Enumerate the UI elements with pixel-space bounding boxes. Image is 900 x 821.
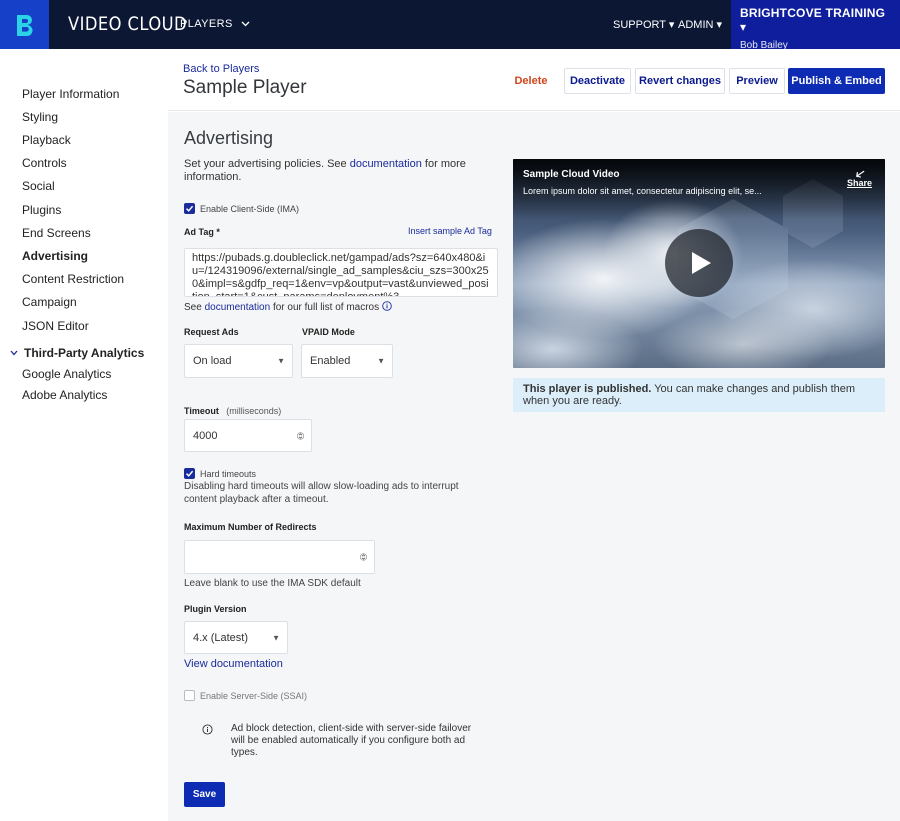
caret-down-icon: ▾ (713, 19, 723, 31)
documentation-link[interactable]: documentation (350, 158, 422, 170)
max-redirects-label: Maximum Number of Redirects (184, 522, 317, 532)
published-status: This player is published. (523, 383, 652, 395)
request-ads-label: Request Ads (184, 327, 239, 337)
sidebar-item-advertising[interactable]: Advertising (22, 249, 88, 263)
info-icon[interactable] (382, 301, 392, 311)
player-preview[interactable]: Sample Cloud Video Lorem ipsum dolor sit… (513, 159, 885, 368)
sidebar-item-adobe-analytics[interactable]: Adobe Analytics (22, 388, 107, 402)
sidebar-item-styling[interactable]: Styling (22, 110, 58, 124)
caret-down-icon: ▼ (377, 356, 385, 366)
product-name: VIDEO CLOUD (68, 13, 188, 35)
hard-timeouts-help: Disabling hard timeouts will allow slow-… (184, 481, 459, 505)
max-redirects-help: Leave blank to use the IMA SDK default (184, 578, 361, 589)
description-text: Set your advertising policies. See (184, 158, 350, 170)
caret-down-icon: ▼ (277, 356, 285, 366)
chevron-down-icon (10, 350, 18, 356)
delete-button[interactable]: Delete (511, 68, 551, 94)
account-name: BRIGHTCOVE TRAINING (740, 6, 886, 20)
support-menu[interactable]: SUPPORT ▾ (613, 18, 674, 31)
server-side-label: Enable Server-Side (SSAI) (200, 690, 308, 701)
timeout-input[interactable]: 4000 (184, 419, 312, 452)
brightcove-logo[interactable] (0, 0, 49, 49)
client-side-option[interactable]: Enable Client-Side (IMA) (184, 200, 299, 218)
preview-button[interactable]: Preview (729, 68, 785, 94)
checkmark-icon (185, 470, 194, 478)
vpaid-mode-value: Enabled (310, 355, 351, 367)
sidebar-item-plugins[interactable]: Plugins (22, 203, 61, 217)
sidebar-item-social[interactable]: Social (22, 179, 55, 193)
ad-type-info-text: Ad block detection, client-side with ser… (231, 723, 472, 758)
published-notice: This player is published. You can make c… (513, 378, 885, 412)
request-ads-value: On load (193, 355, 232, 367)
deactivate-button[interactable]: Deactivate (564, 68, 631, 94)
plugin-version-select[interactable]: 4.x (Latest) ▼ (184, 621, 288, 654)
sidebar: Player Information Styling Playback Cont… (0, 49, 168, 821)
hard-timeouts-label: Hard timeouts (200, 468, 257, 479)
server-side-option[interactable]: Enable Server-Side (SSAI) (184, 687, 307, 705)
share-button[interactable]: Share (847, 178, 872, 188)
stepper-icon[interactable] (297, 431, 304, 441)
hard-timeouts-checkbox[interactable] (184, 468, 195, 480)
revert-changes-button[interactable]: Revert changes (635, 68, 725, 94)
sidebar-item-controls[interactable]: Controls (22, 156, 67, 170)
timeout-label: Timeout (184, 406, 219, 416)
plugin-version-value: 4.x (Latest) (193, 631, 249, 644)
sidebar-item-campaign[interactable]: Campaign (22, 295, 77, 309)
view-documentation-link[interactable]: View documentation (184, 658, 283, 670)
sidebar-item-playback[interactable]: Playback (22, 133, 71, 147)
ad-tag-value: https://pubads.g.doubleclick.net/gampad/… (192, 252, 489, 297)
ad-tag-label: Ad Tag * (184, 227, 220, 237)
macros-text-end: for our full list of macros (270, 302, 380, 313)
checkmark-icon (185, 205, 194, 213)
video-title: Sample Cloud Video (523, 169, 620, 180)
chevron-down-icon (241, 21, 250, 27)
players-menu[interactable]: PLAYERS (180, 18, 250, 30)
support-menu-label: SUPPORT (613, 19, 666, 31)
admin-menu[interactable]: ADMIN ▾ (678, 18, 722, 31)
macros-help: See documentation for our full list of m… (184, 301, 392, 313)
vpaid-mode-label: VPAID Mode (302, 327, 355, 337)
players-menu-label: PLAYERS (180, 18, 233, 30)
sidebar-section-third-party-analytics[interactable]: Third-Party Analytics (10, 346, 144, 360)
timeout-unit: (milliseconds) (226, 406, 282, 416)
max-redirects-input[interactable] (184, 540, 375, 574)
account-menu[interactable]: BRIGHTCOVE TRAINING ▾ Bob Bailey (731, 0, 900, 51)
publish-embed-button[interactable]: Publish & Embed (788, 68, 885, 94)
macros-text: See (184, 302, 205, 313)
client-side-label: Enable Client-Side (IMA) (200, 203, 300, 214)
request-ads-select[interactable]: On load ▼ (184, 344, 293, 378)
server-side-checkbox[interactable] (184, 690, 195, 702)
sidebar-item-end-screens[interactable]: End Screens (22, 226, 91, 240)
caret-down-icon: ▾ (740, 20, 747, 34)
plugin-version-label: Plugin Version (184, 604, 247, 614)
insert-sample-ad-tag-link[interactable]: Insert sample Ad Tag (408, 226, 492, 236)
advertising-description: Set your advertising policies. See docum… (184, 158, 484, 184)
sidebar-item-google-analytics[interactable]: Google Analytics (22, 367, 111, 381)
sidebar-item-json-editor[interactable]: JSON Editor (22, 319, 89, 333)
stepper-icon[interactable] (360, 552, 367, 562)
main-content: Advertising Set your advertising policie… (168, 112, 900, 821)
timeout-label-group: Timeout (milliseconds) (184, 401, 281, 419)
macros-documentation-link[interactable]: documentation (205, 302, 271, 313)
page-title: Sample Player (183, 77, 307, 98)
back-to-players-link[interactable]: Back to Players (183, 63, 259, 75)
page-header: Back to Players Sample Player Delete Dea… (168, 49, 900, 111)
section-heading: Advertising (184, 128, 274, 148)
sidebar-section-label: Third-Party Analytics (24, 346, 145, 360)
vpaid-mode-select[interactable]: Enabled ▼ (301, 344, 393, 378)
info-icon (202, 722, 213, 740)
caret-down-icon: ▾ (665, 19, 675, 31)
timeout-value: 4000 (193, 429, 218, 442)
client-side-checkbox[interactable] (184, 203, 195, 215)
save-button[interactable]: Save (184, 782, 225, 807)
admin-menu-label: ADMIN (678, 19, 714, 31)
top-nav: VIDEO CLOUD PLAYERS SUPPORT ▾ ADMIN ▾ BR… (0, 0, 900, 51)
sidebar-item-content-restriction[interactable]: Content Restriction (22, 272, 124, 286)
caret-down-icon: ▼ (272, 633, 280, 642)
video-description: Lorem ipsum dolor sit amet, consectetur … (523, 186, 762, 196)
brightcove-logo-icon (11, 11, 38, 38)
sidebar-item-player-information[interactable]: Player Information (22, 87, 119, 101)
ad-tag-textarea[interactable]: https://pubads.g.doubleclick.net/gampad/… (184, 248, 498, 297)
